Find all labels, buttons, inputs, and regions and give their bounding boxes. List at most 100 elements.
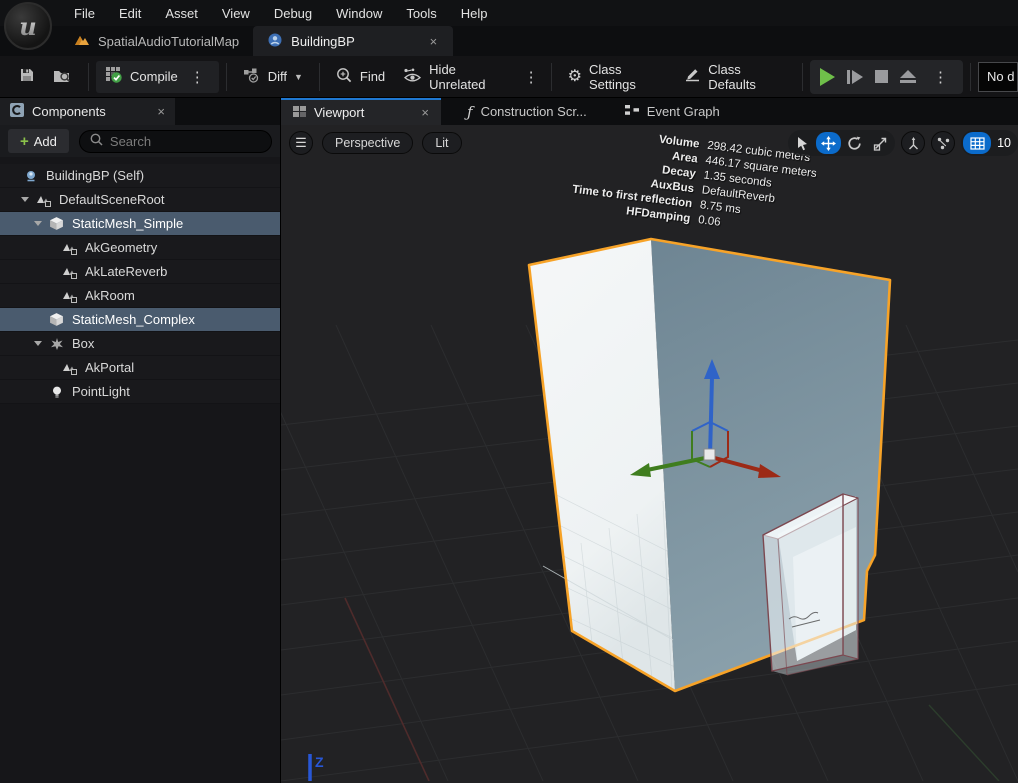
expand-arrow-icon[interactable] xyxy=(21,197,29,202)
class-settings-label: Class Settings xyxy=(589,62,666,92)
debug-object-label: No d xyxy=(987,69,1014,84)
class-settings-button[interactable]: ⚙ Class Settings xyxy=(559,61,676,93)
tree-row-label: AkRoom xyxy=(85,288,135,303)
debug-object-dropdown[interactable]: No d xyxy=(978,62,1018,92)
tree-row-staticmesh-simple[interactable]: StaticMesh_Simple xyxy=(0,212,280,236)
surface-snapping-button[interactable] xyxy=(931,131,955,155)
tree-row-staticmesh-complex[interactable]: StaticMesh_Complex xyxy=(0,308,280,332)
folder-search-icon xyxy=(53,67,72,87)
component-tree: BuildingBP (Self)DefaultSceneRootStaticM… xyxy=(0,164,280,404)
tree-row-label: StaticMesh_Complex xyxy=(72,312,195,327)
tree-row-aklatereverb[interactable]: AkLateReverb xyxy=(0,260,280,284)
compile-label: Compile xyxy=(130,69,178,84)
toolbar-options-icon[interactable]: ⋮ xyxy=(519,68,544,86)
gear-icon: ⚙ xyxy=(568,69,582,85)
frame-skip-icon[interactable] xyxy=(847,70,863,84)
menu-asset[interactable]: Asset xyxy=(153,3,210,24)
menu-edit[interactable]: Edit xyxy=(107,3,153,24)
tree-row-box[interactable]: Box xyxy=(0,332,280,356)
menu-file[interactable]: File xyxy=(62,3,107,24)
find-label: Find xyxy=(360,69,385,84)
class-defaults-label: Class Defaults xyxy=(708,62,786,92)
components-toolbar: + Add Search xyxy=(0,125,280,157)
scene-icon xyxy=(60,264,79,279)
tab-components[interactable]: Components × xyxy=(0,98,175,125)
tree-row-pointlight[interactable]: PointLight xyxy=(0,380,280,404)
menu-view[interactable]: View xyxy=(210,3,262,24)
menu-tools[interactable]: Tools xyxy=(394,3,448,24)
component-search-input[interactable]: Search xyxy=(79,130,272,153)
graph-nodes-icon xyxy=(625,104,639,119)
divider xyxy=(802,63,803,91)
save-icon xyxy=(19,67,35,86)
lit-button[interactable]: Lit xyxy=(422,132,461,154)
tab-label: Components xyxy=(32,104,106,119)
tab-viewport[interactable]: Viewport × xyxy=(281,98,441,125)
hide-unrelated-label: Hide Unrelated xyxy=(429,62,509,92)
pencil-doc-icon xyxy=(684,67,701,86)
perspective-button[interactable]: Perspective xyxy=(322,132,413,154)
close-icon[interactable]: × xyxy=(157,104,165,119)
stop-icon[interactable] xyxy=(875,70,888,83)
tree-row-akroom[interactable]: AkRoom xyxy=(0,284,280,308)
select-tool-button[interactable] xyxy=(790,132,815,154)
viewport-canvas[interactable]: Volume298.42 cubic metersArea446.17 squa… xyxy=(281,125,1018,783)
compile-options-icon[interactable]: ⋮ xyxy=(185,68,210,86)
ak-stat-label: AuxBus xyxy=(650,178,695,195)
tree-row-akportal[interactable]: AkPortal xyxy=(0,356,280,380)
unreal-logo-icon[interactable]: u xyxy=(4,2,52,50)
menu-window[interactable]: Window xyxy=(324,3,394,24)
eject-icon[interactable] xyxy=(900,70,916,83)
hide-unrelated-button[interactable]: Hide Unrelated xyxy=(394,61,518,93)
rotate-tool-button[interactable] xyxy=(842,132,867,154)
add-component-button[interactable]: + Add xyxy=(8,129,69,153)
tree-row-defaultsceneroot[interactable]: DefaultSceneRoot xyxy=(0,188,280,212)
tab-construction-script[interactable]: ƒ Construction Scr... xyxy=(455,98,599,125)
menu-help[interactable]: Help xyxy=(449,3,500,24)
ak-stat-value: 8.75 ms xyxy=(699,199,741,216)
search-placeholder: Search xyxy=(110,134,151,149)
gizmo-center[interactable] xyxy=(704,449,715,460)
axes-icon xyxy=(906,136,921,151)
close-icon[interactable]: × xyxy=(421,105,429,120)
viewport-icon xyxy=(293,105,306,120)
play-options-icon[interactable]: ⋮ xyxy=(928,68,953,86)
close-icon[interactable]: × xyxy=(428,34,440,49)
play-icon[interactable] xyxy=(820,68,835,86)
grid-snap-value[interactable]: 10 xyxy=(997,136,1011,150)
transform-tool-group xyxy=(788,130,895,156)
compile-button[interactable]: Compile ⋮ xyxy=(96,61,219,93)
scene-3d[interactable]: Volume298.42 cubic metersArea446.17 squa… xyxy=(281,125,1018,781)
tab-spatialaudiotutorialmap[interactable]: SpatialAudioTutorialMap xyxy=(60,26,253,56)
tree-row-label: AkPortal xyxy=(85,360,134,375)
eye-nodes-icon xyxy=(403,68,422,86)
tab-label: Event Graph xyxy=(647,104,720,119)
tree-row-akgeometry[interactable]: AkGeometry xyxy=(0,236,280,260)
class-defaults-button[interactable]: Class Defaults xyxy=(675,61,795,93)
divider xyxy=(970,63,971,91)
tree-row-label: BuildingBP (Self) xyxy=(46,168,144,183)
viewport-menu-button[interactable]: ☰ xyxy=(289,131,313,155)
coordinate-system-button[interactable] xyxy=(901,131,925,155)
tab-buildingbp[interactable]: BuildingBP × xyxy=(253,26,453,56)
menu-debug[interactable]: Debug xyxy=(262,3,324,24)
grid-snap-button[interactable] xyxy=(963,132,991,154)
save-button[interactable] xyxy=(10,61,44,93)
move-tool-button[interactable] xyxy=(816,132,841,154)
diff-button[interactable]: Diff ▼ xyxy=(234,61,312,93)
scale-icon xyxy=(873,136,888,151)
find-button[interactable]: Find xyxy=(327,61,394,93)
browse-button[interactable] xyxy=(44,61,81,93)
tab-label: BuildingBP xyxy=(291,34,355,49)
scale-tool-button[interactable] xyxy=(868,132,893,154)
burst-icon xyxy=(47,337,66,351)
viewport-tab-bar: Viewport × ƒ Construction Scr... Event G… xyxy=(281,98,1018,125)
scene-icon xyxy=(60,240,79,255)
expand-arrow-icon[interactable] xyxy=(34,341,42,346)
function-icon: ƒ xyxy=(467,103,473,121)
tab-event-graph[interactable]: Event Graph xyxy=(613,98,732,125)
expand-arrow-icon[interactable] xyxy=(34,221,42,226)
ak-room-stats-overlay: Volume298.42 cubic metersArea446.17 squa… xyxy=(570,125,819,240)
tree-row-buildingbp-self-[interactable]: BuildingBP (Self) xyxy=(0,164,280,188)
grid-axis-red xyxy=(345,598,429,781)
